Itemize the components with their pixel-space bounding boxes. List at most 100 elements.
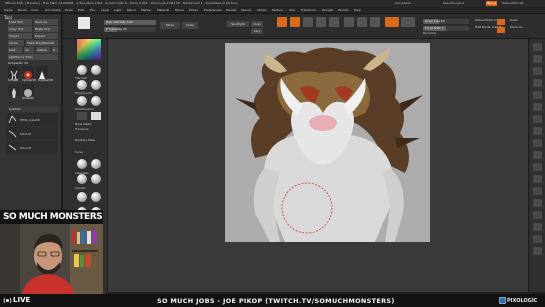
zadd-button[interactable] (385, 17, 399, 27)
r-button[interactable]: R (52, 47, 58, 53)
mrgb-button[interactable] (344, 17, 354, 27)
menu-stencil[interactable]: Stencil (241, 7, 251, 14)
rgb-button[interactable] (357, 17, 367, 27)
scroll-button[interactable] (533, 67, 542, 75)
subtool-row-1[interactable]: PM3D_Cube3D (6, 113, 58, 126)
scale-tool-button[interactable] (316, 17, 326, 27)
backface-mask-label[interactable]: Backface Mask (75, 138, 95, 142)
menu-draw[interactable]: Draw (65, 7, 73, 14)
clone-button[interactable]: Clone (8, 40, 24, 46)
menu-stroke[interactable]: Stroke (257, 7, 267, 14)
menu-movie[interactable]: Movie (175, 7, 184, 14)
brush-standard-icon[interactable] (77, 65, 87, 75)
current-color-square[interactable] (78, 17, 90, 29)
menu-transform[interactable]: Transform (301, 7, 316, 14)
aahalf-button[interactable] (533, 103, 542, 111)
actual-button[interactable] (533, 91, 542, 99)
rotate-tool-button[interactable] (329, 17, 339, 27)
make-polymesh-button[interactable]: Make PolyMesh3D (26, 40, 58, 46)
spix-button[interactable] (533, 55, 542, 63)
spotlight-button[interactable]: Spotlight (227, 21, 249, 27)
floor-button[interactable] (533, 127, 542, 135)
alpha-square-icon[interactable] (91, 112, 101, 120)
material-6-icon[interactable] (91, 192, 101, 202)
tool-thumb-figure[interactable] (8, 84, 20, 98)
zoom-button[interactable] (533, 79, 542, 87)
brush-inflat-icon[interactable] (77, 96, 87, 106)
local-button[interactable] (533, 139, 542, 147)
menu-picker[interactable]: Picker (189, 7, 198, 14)
zoom3d-button[interactable] (533, 187, 542, 195)
material-4-icon[interactable] (91, 174, 101, 184)
scale-mode-button[interactable]: Scale (182, 22, 198, 29)
curve-label[interactable]: Curve (75, 150, 83, 154)
menus-toggle[interactable]: Menus (486, 1, 497, 6)
quick-toggle[interactable] (497, 19, 505, 25)
menu-zscript[interactable]: Zscript (338, 7, 348, 14)
copy-tool-button[interactable]: Copy Tool (8, 26, 32, 32)
material-1-icon[interactable] (77, 159, 87, 169)
menu-color[interactable]: Color (31, 7, 39, 14)
menu-edit[interactable]: Edit (78, 7, 84, 14)
quicksave-button[interactable]: QuickSave (395, 0, 411, 7)
menu-file[interactable]: File (90, 7, 95, 14)
menu-tool[interactable]: Tool (289, 7, 295, 14)
tool-thumb-white[interactable] (36, 66, 48, 79)
menu-document[interactable]: Document (45, 7, 61, 14)
menu-texture[interactable]: Texture (272, 7, 283, 14)
edit-mode-button[interactable] (277, 17, 287, 27)
dynamic-button[interactable]: Dynamic (423, 31, 436, 36)
menu-layer[interactable]: Layer (101, 7, 109, 14)
subtool-row-2[interactable]: Extract1 (6, 127, 58, 140)
lightbox-tools-button[interactable]: Lightbox ▸ Tools (8, 54, 58, 60)
transp-button[interactable] (533, 223, 542, 231)
menu-macro[interactable]: Macro (127, 7, 136, 14)
menu-marker[interactable]: Marker (141, 7, 151, 14)
visible-button[interactable]: Visible (36, 47, 50, 53)
m-button[interactable] (370, 17, 380, 27)
solo-button[interactable] (533, 235, 542, 243)
menu-brush[interactable]: Brush (18, 7, 27, 14)
zsub-button[interactable] (401, 17, 415, 27)
default-zscript-button[interactable]: DefaultZScript (502, 0, 524, 7)
see-through-slider[interactable]: See-through 0 (443, 0, 464, 7)
menu-zplugin[interactable]: Zplugin (322, 7, 333, 14)
material-3-icon[interactable] (77, 174, 87, 184)
draw-mode-button[interactable] (290, 17, 300, 27)
brush-hpolish-icon[interactable] (91, 80, 101, 90)
menu-material[interactable]: Material (157, 7, 169, 14)
tool-thumb-red[interactable] (22, 66, 34, 79)
linefill-button[interactable] (533, 211, 542, 219)
draw-size-slider[interactable]: Draw Size 64 (423, 19, 469, 24)
tool-thumb-sphere[interactable] (22, 84, 34, 97)
move-mode-button[interactable]: Move (160, 22, 180, 29)
brush-snakehook-icon[interactable] (91, 96, 101, 106)
paste-tool-button[interactable]: Paste Tool (34, 26, 58, 32)
menu-render[interactable]: Render (226, 7, 237, 14)
color-picker[interactable] (77, 38, 101, 60)
move-tool-button[interactable] (303, 17, 313, 27)
subtool-row-3[interactable]: Extract2 (6, 141, 58, 154)
move-view-button[interactable] (533, 175, 542, 183)
all-button[interactable]: All (24, 47, 34, 53)
import-button[interactable]: Import (8, 33, 32, 39)
z-intensity-slider[interactable]: Z Intensity 25 (104, 27, 156, 32)
bpr-button[interactable] (533, 43, 542, 51)
persp-button[interactable] (533, 115, 542, 123)
save-as-button[interactable]: Save As (34, 19, 58, 25)
brush-claybuildup-icon[interactable] (91, 65, 101, 75)
stroke-dots-icon[interactable] (77, 112, 87, 120)
lazy-button[interactable]: Lazy (251, 28, 263, 34)
menu-help[interactable]: Help (354, 7, 361, 14)
brush-move-icon[interactable] (77, 80, 87, 90)
menu-preferences[interactable]: Preferences (204, 7, 222, 14)
dual-button[interactable]: Dual (251, 21, 263, 27)
menu-light[interactable]: Light (114, 7, 122, 14)
canvas-document[interactable] (225, 43, 430, 242)
menu-alpha[interactable]: Alpha (4, 7, 13, 14)
material-5-icon[interactable] (77, 192, 87, 202)
quick-toggle-2[interactable] (497, 27, 505, 33)
frame-button[interactable] (533, 163, 542, 171)
material-2-icon[interactable] (91, 159, 101, 169)
tool-thumb-monster[interactable] (8, 66, 20, 81)
